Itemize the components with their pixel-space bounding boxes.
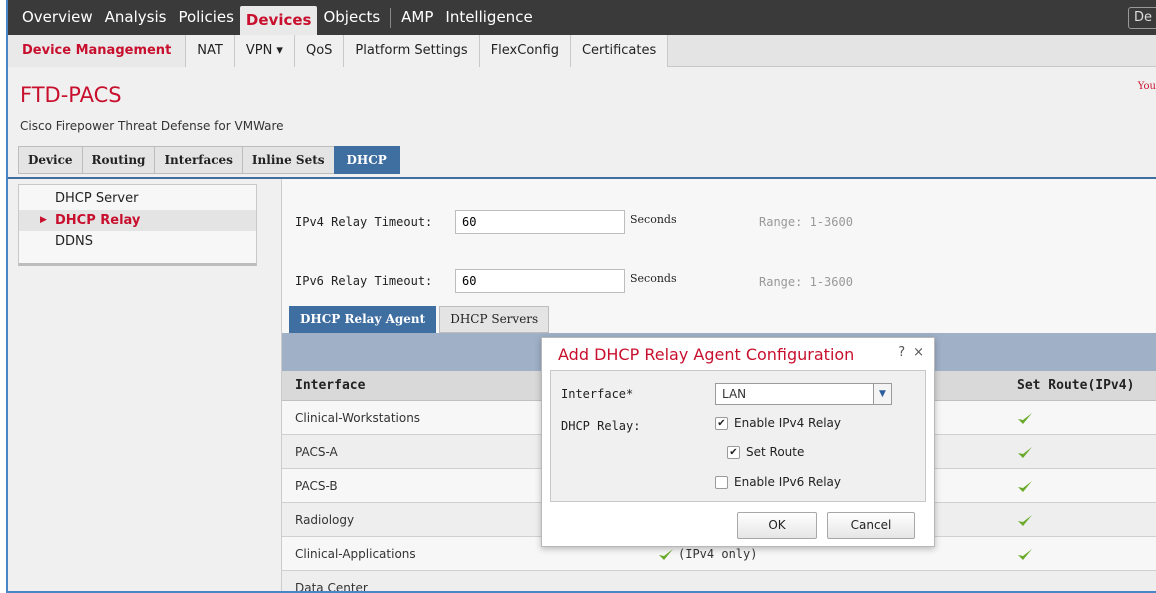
set-route-checkbox[interactable]: ✔: [727, 445, 740, 459]
ipv6-timeout-row: IPv6 Relay Timeout:: [295, 268, 625, 294]
sidebar-item-dhcp-server[interactable]: DHCP Server: [19, 190, 256, 208]
user-menu[interactable]: De: [1128, 7, 1156, 29]
page-title: FTD-PACS: [20, 83, 122, 107]
ipv6-timeout-range: Range: 1-3600: [759, 275, 853, 289]
sub-nav: Device Management NAT VPN ▾ QoS Platform…: [8, 35, 1156, 67]
tab-device[interactable]: Device: [18, 146, 83, 174]
cancel-button[interactable]: Cancel: [827, 512, 915, 539]
subnav-vpn[interactable]: VPN ▾: [234, 35, 295, 67]
tab-interfaces[interactable]: Interfaces: [154, 146, 243, 174]
enable-ipv6-checkbox[interactable]: [715, 475, 728, 489]
check-icon: [1018, 481, 1032, 492]
check-icon: [1018, 515, 1032, 526]
ipv6-timeout-label: IPv6 Relay Timeout:: [295, 274, 433, 288]
tab-routing[interactable]: Routing: [81, 146, 156, 174]
ok-button[interactable]: OK: [737, 512, 817, 539]
chevron-down-icon[interactable]: ▼: [873, 384, 891, 404]
dialog-controls: ? ×: [898, 345, 924, 360]
ipv4-timeout-row: IPv4 Relay Timeout:: [295, 209, 625, 235]
subnav-device-management[interactable]: Device Management: [8, 35, 187, 67]
ipv4-timeout-range: Range: 1-3600: [759, 215, 853, 229]
interface-select[interactable]: LAN ▼: [715, 383, 892, 405]
nav-policies[interactable]: Policies: [172, 0, 239, 35]
close-icon[interactable]: ×: [913, 345, 924, 360]
interface-name: Data Center: [295, 581, 368, 593]
help-icon[interactable]: ?: [898, 345, 905, 360]
ipv6-timeout-input[interactable]: [455, 269, 625, 293]
device-header: FTD-PACS Cisco Firepower Threat Defense …: [8, 67, 1156, 177]
column-interface: Interface: [295, 378, 366, 393]
add-relay-agent-dialog: Add DHCP Relay Agent Configuration ? × I…: [541, 337, 935, 547]
dhcp-sidebar: DHCP Server DHCP Relay DDNS: [18, 184, 257, 266]
tab-dhcp-relay-agent[interactable]: DHCP Relay Agent: [289, 306, 437, 333]
nav-intelligence[interactable]: Intelligence: [439, 0, 538, 35]
sidebar-item-ddns[interactable]: DDNS: [19, 233, 256, 251]
device-description: Cisco Firepower Threat Defense for VMWar…: [20, 119, 284, 133]
interface-label: Interface*: [561, 387, 634, 401]
check-icon: [1018, 413, 1032, 424]
dialog-title: Add DHCP Relay Agent Configuration: [558, 345, 855, 364]
interface-name: PACS-A: [295, 445, 338, 459]
top-nav: Overview Analysis Policies Devices Objec…: [8, 0, 1156, 35]
interface-select-value: LAN: [722, 387, 747, 401]
subnav-qos[interactable]: QoS: [294, 35, 345, 67]
warning-text: You: [1137, 81, 1156, 92]
enable-ipv4-row: ✔ Enable IPv4 Relay: [715, 416, 841, 430]
ipv4-timeout-input[interactable]: [455, 210, 625, 234]
dhcp-relay-label: DHCP Relay:: [561, 419, 641, 433]
sidebar-item-dhcp-relay[interactable]: DHCP Relay: [19, 210, 256, 231]
table-row[interactable]: Data Center: [282, 571, 1156, 593]
relay-subtabs: DHCP Relay Agent DHCP Servers: [289, 306, 552, 333]
ipv4-timeout-unit: Seconds: [630, 213, 677, 226]
nav-overview[interactable]: Overview: [16, 0, 99, 35]
enable-ipv4-checkbox[interactable]: ✔: [715, 416, 728, 430]
check-icon: [659, 548, 673, 560]
interface-name: Radiology: [295, 513, 355, 527]
enable-ipv4-label: Enable IPv4 Relay: [734, 416, 841, 430]
enable-ipv6-label: Enable IPv6 Relay: [734, 475, 841, 489]
set-route-label: Set Route: [746, 445, 805, 459]
tab-dhcp[interactable]: DHCP: [333, 146, 400, 174]
subnav-flexconfig[interactable]: FlexConfig: [479, 35, 571, 67]
set-route-row: ✔ Set Route: [727, 445, 804, 459]
nav-amp[interactable]: AMP: [395, 0, 439, 35]
nav-objects[interactable]: Objects: [317, 0, 386, 35]
device-tabs: Device Routing Interfaces Inline Sets DH…: [18, 146, 400, 174]
column-set-route: Set Route(IPv4): [1017, 378, 1135, 393]
nav-divider: [390, 7, 392, 28]
dialog-body: Interface* LAN ▼ DHCP Relay: ✔ Enable IP…: [550, 370, 926, 502]
tab-inline-sets[interactable]: Inline Sets: [241, 146, 335, 174]
interface-name: Clinical-Workstations: [295, 411, 421, 425]
subnav-platform-settings[interactable]: Platform Settings: [344, 35, 480, 67]
ipv6-timeout-unit: Seconds: [630, 272, 677, 285]
tab-dhcp-servers[interactable]: DHCP Servers: [439, 306, 550, 333]
interface-name: Clinical-Applications: [295, 547, 416, 561]
subnav-certificates[interactable]: Certificates: [570, 35, 669, 67]
check-icon: [1018, 549, 1032, 560]
nav-devices[interactable]: Devices: [239, 6, 318, 35]
check-icon: [1018, 447, 1032, 458]
ipv4-timeout-label: IPv4 Relay Timeout:: [295, 215, 433, 229]
subnav-nat[interactable]: NAT: [186, 35, 235, 67]
interface-name: PACS-B: [295, 479, 338, 493]
nav-analysis[interactable]: Analysis: [99, 0, 173, 35]
enable-ipv6-row: Enable IPv6 Relay: [715, 475, 841, 489]
